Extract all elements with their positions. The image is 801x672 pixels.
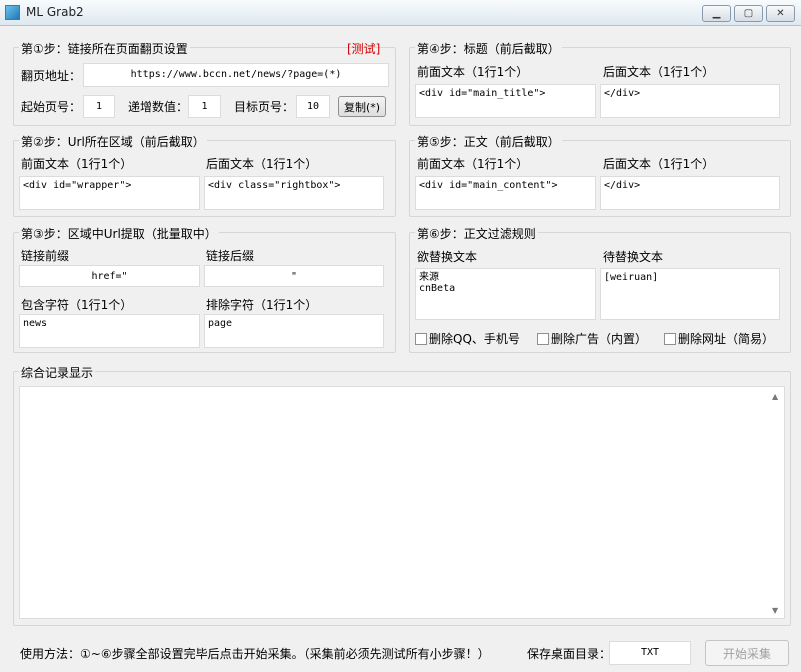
step4-after-input[interactable]: </div>: [600, 84, 780, 118]
prefix-label: 链接前缀: [21, 249, 70, 263]
delete-qq-label: 删除QQ、手机号: [429, 332, 520, 346]
step2-after-label: 后面文本（1行1个）: [206, 157, 318, 171]
step5-title: 第⑤步：正文（前后截取）: [415, 133, 562, 150]
exclude-input[interactable]: page: [204, 314, 384, 348]
close-icon: ✕: [776, 8, 785, 19]
delete-url-label: 删除网址（简易）: [678, 332, 775, 346]
with-label: 待替换文本: [603, 250, 664, 264]
step4-before-label: 前面文本（1行1个）: [417, 65, 529, 79]
checkbox-box: [664, 332, 676, 345]
target-page-input[interactable]: 10: [296, 95, 330, 118]
copy-button[interactable]: 复制(*): [338, 96, 386, 117]
delete-ads-label: 删除广告（内置）: [551, 332, 648, 346]
minimize-button[interactable]: ▁: [702, 5, 731, 22]
delete-url-checkbox[interactable]: 删除网址（简易）: [664, 330, 774, 347]
step4-before-input[interactable]: <div id="main_title">: [415, 84, 596, 118]
start-page-label: 起始页号：: [21, 100, 82, 114]
scroll-down-icon[interactable]: ▼: [772, 606, 778, 615]
app-icon: [5, 5, 20, 20]
usage-text: 使用方法：①~⑥步骤全部设置完毕后点击开始采集。（采集前必须先测试所有小步骤！）: [20, 647, 490, 661]
step2-after-input[interactable]: <div class="rightbox">: [204, 176, 384, 210]
scroll-up-icon[interactable]: ▲: [772, 392, 778, 401]
increment-input[interactable]: 1: [188, 95, 221, 118]
increment-label: 递增数值：: [128, 100, 189, 114]
step5-before-input[interactable]: <div id="main_content">: [415, 176, 596, 210]
start-collect-button[interactable]: 开始采集: [705, 640, 789, 666]
window-title: ML Grab2: [26, 5, 84, 19]
suffix-label: 链接后缀: [206, 249, 255, 263]
step1-title: 第①步：链接所在页面翻页设置: [19, 40, 190, 57]
replace-label: 欲替换文本: [417, 250, 478, 264]
minimize-icon: ▁: [712, 8, 721, 19]
close-button[interactable]: ✕: [766, 5, 795, 22]
checkbox-box: [537, 332, 549, 345]
save-dir-input[interactable]: TXT: [609, 641, 691, 665]
step2-before-input[interactable]: <div id="wrapper">: [19, 176, 200, 210]
step2-title: 第②步：Url所在区域（前后截取）: [19, 133, 207, 150]
save-dir-label: 保存桌面目录：: [527, 647, 612, 661]
step5-after-input[interactable]: </div>: [600, 176, 780, 210]
step4-title: 第④步：标题（前后截取）: [415, 40, 562, 57]
target-page-label: 目标页号：: [234, 100, 295, 114]
exclude-label: 排除字符（1行1个）: [206, 298, 318, 312]
step3-title: 第③步：区域中Url提取（批量取中）: [19, 225, 219, 242]
maximize-icon: ▢: [743, 8, 754, 19]
include-input[interactable]: news: [19, 314, 200, 348]
log-textarea[interactable]: [19, 386, 785, 619]
maximize-button[interactable]: ▢: [734, 5, 763, 22]
log-title: 综合记录显示: [19, 364, 96, 381]
start-page-input[interactable]: 1: [83, 95, 115, 118]
step2-before-label: 前面文本（1行1个）: [21, 157, 133, 171]
step4-after-label: 后面文本（1行1个）: [603, 65, 715, 79]
url-input[interactable]: https://www.bccn.net/news/?page=(*): [83, 63, 389, 87]
replace-input[interactable]: 来源 cnBeta: [415, 268, 596, 320]
title-bar: ML Grab2 ▁ ▢ ✕: [0, 0, 801, 26]
delete-qq-checkbox[interactable]: 删除QQ、手机号: [415, 330, 520, 347]
checkbox-box: [415, 332, 427, 345]
include-label: 包含字符（1行1个）: [21, 298, 133, 312]
delete-ads-checkbox[interactable]: 删除广告（内置）: [537, 330, 647, 347]
step5-before-label: 前面文本（1行1个）: [417, 157, 529, 171]
suffix-input[interactable]: ": [204, 265, 384, 287]
step6-title: 第⑥步：正文过滤规则: [415, 225, 538, 242]
step5-after-label: 后面文本（1行1个）: [603, 157, 715, 171]
url-label: 翻页地址：: [21, 69, 82, 83]
test-link[interactable]: [测试]: [347, 40, 380, 57]
prefix-input[interactable]: href=": [19, 265, 200, 287]
with-input[interactable]: [weiruan]: [600, 268, 780, 320]
